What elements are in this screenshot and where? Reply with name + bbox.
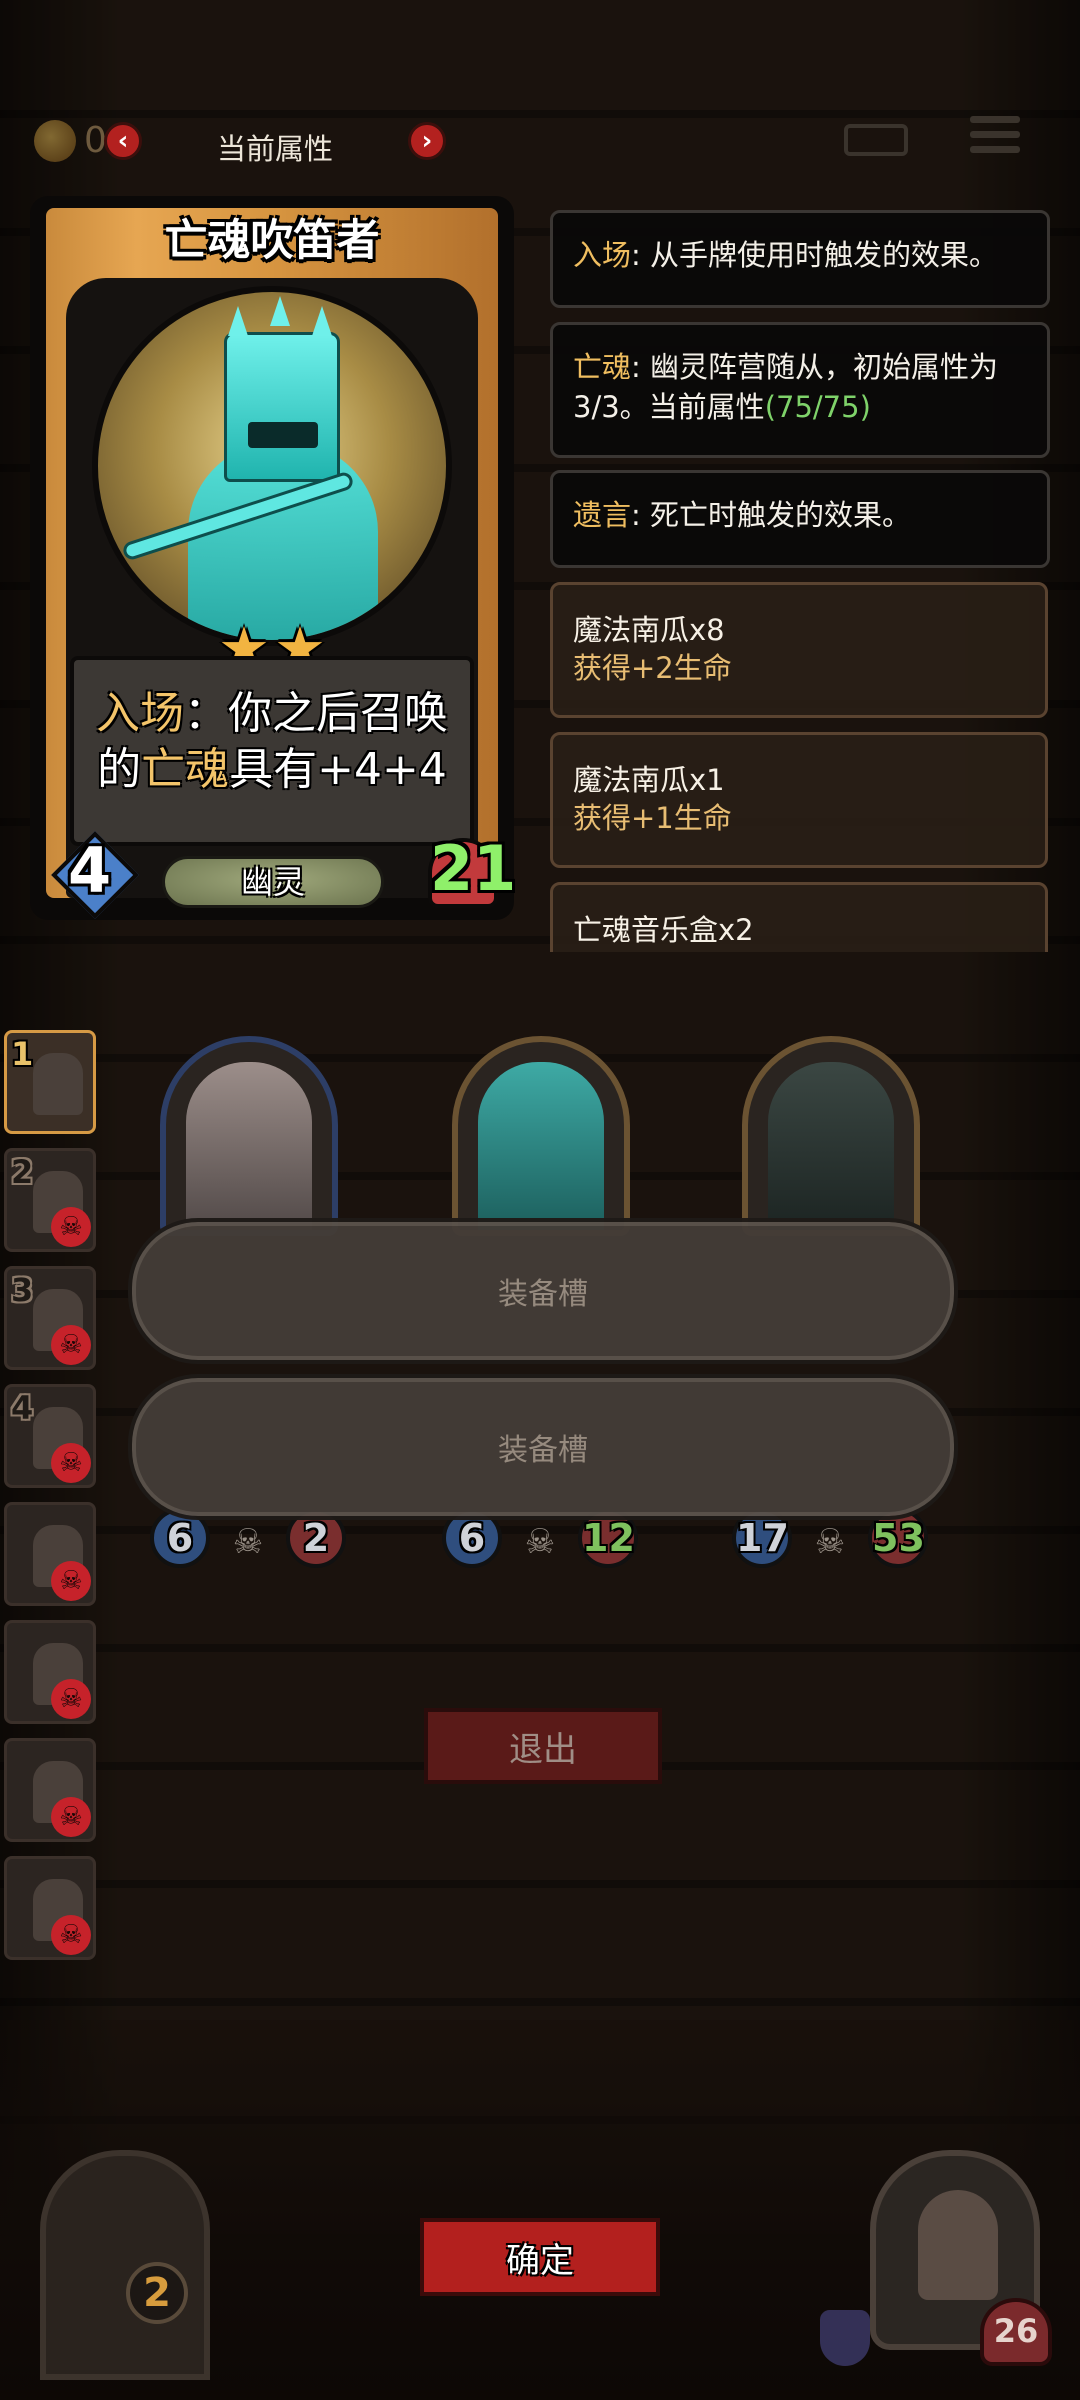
roster-slot[interactable]: ☠ — [4, 1620, 96, 1724]
relic-item: 魔法南瓜x8 获得+2生命 — [550, 582, 1048, 718]
tribe-badge: 幽灵 — [162, 856, 384, 908]
portrait-icon — [33, 1053, 83, 1115]
roster-slot[interactable]: ☠ — [4, 1502, 96, 1606]
roster-slot[interactable]: 2 ☠ — [4, 1148, 96, 1252]
minion-slot-3[interactable] — [742, 1036, 920, 1236]
minion-slot-2[interactable] — [452, 1036, 630, 1236]
card-name: 亡魂吹笛者 — [164, 216, 380, 266]
roster-slot[interactable]: 3 ☠ — [4, 1266, 96, 1370]
menu-icon[interactable] — [970, 116, 1020, 160]
skull-icon: ☠ — [51, 1561, 91, 1601]
battery-icon — [844, 124, 908, 156]
minion-portrait — [768, 1062, 894, 1230]
hero-health: 26 — [980, 2298, 1052, 2366]
shield-icon — [820, 2310, 870, 2366]
skull-icon: ☠ — [51, 1915, 91, 1955]
coin-icon — [34, 120, 76, 162]
ghost-helmet — [224, 332, 340, 482]
gate-counter: 2 — [126, 2262, 188, 2324]
card-portrait — [92, 286, 452, 646]
page-title: 当前属性 — [216, 132, 333, 166]
skull-icon: ☠ — [524, 1522, 556, 1562]
roster-slot[interactable]: 4 ☠ — [4, 1384, 96, 1488]
prev-arrow-button[interactable]: ‹ — [104, 122, 142, 160]
gate-icon — [40, 2150, 210, 2380]
minion-portrait — [478, 1062, 604, 1230]
minion-card: 亡魂吹笛者 ★★ 入场：你之后召唤 的亡魂具有+4+4 4 幽灵 21 — [30, 196, 516, 920]
health-value: 21 — [430, 832, 517, 905]
roster-slot[interactable]: ☠ — [4, 1738, 96, 1842]
skull-icon: ☠ — [814, 1522, 846, 1562]
card-attack: 4 — [51, 831, 139, 919]
top-bar: 0 ‹ 当前属性 › — [0, 90, 1080, 190]
equipment-slot-2[interactable]: 装备槽 — [128, 1374, 958, 1520]
minion-slot-1[interactable] — [160, 1036, 338, 1236]
roster-slot[interactable]: ☠ — [4, 1856, 96, 1960]
skull-icon: ☠ — [51, 1207, 91, 1247]
equipment-slot-1[interactable]: 装备槽 — [128, 1218, 958, 1364]
keyword-deathrattle-panel: 遗言: 死亡时触发的效果。 — [550, 470, 1050, 568]
roster-slot[interactable]: 1 — [4, 1030, 96, 1134]
card-effect-text: 入场：你之后召唤 的亡魂具有+4+4 — [96, 688, 448, 795]
minion-portrait — [186, 1062, 312, 1230]
opponent-roster: 1 2 ☠ 3 ☠ 4 ☠ ☠ ☠ ☠ ☠ — [4, 1030, 100, 1974]
keyword-soul-panel: 亡魂: 幽灵阵营随从，初始属性为3/3。当前属性(75/75) — [550, 322, 1050, 458]
attack-value: 4 — [68, 834, 112, 907]
relic-item: 魔法南瓜x1 获得+1生命 — [550, 732, 1048, 868]
hero-portrait — [918, 2190, 998, 2300]
card-health: 21 — [418, 828, 516, 918]
skull-icon: ☠ — [51, 1443, 91, 1483]
relic-item: 亡魂音乐盒x2 — [550, 882, 1048, 952]
keyword-battlecry-panel: 入场: 从手牌使用时触发的效果。 — [550, 210, 1050, 308]
confirm-button[interactable]: 确定 — [420, 2218, 660, 2296]
skull-icon: ☠ — [232, 1522, 264, 1562]
next-arrow-button[interactable]: › — [408, 122, 446, 160]
skull-icon: ☠ — [51, 1325, 91, 1365]
skull-icon: ☠ — [51, 1679, 91, 1719]
exit-button[interactable]: 退出 — [424, 1708, 662, 1784]
relic-list[interactable]: 魔法南瓜x8 获得+2生命 魔法南瓜x1 获得+1生命 亡魂音乐盒x2 — [550, 582, 1050, 952]
skull-icon: ☠ — [51, 1797, 91, 1837]
